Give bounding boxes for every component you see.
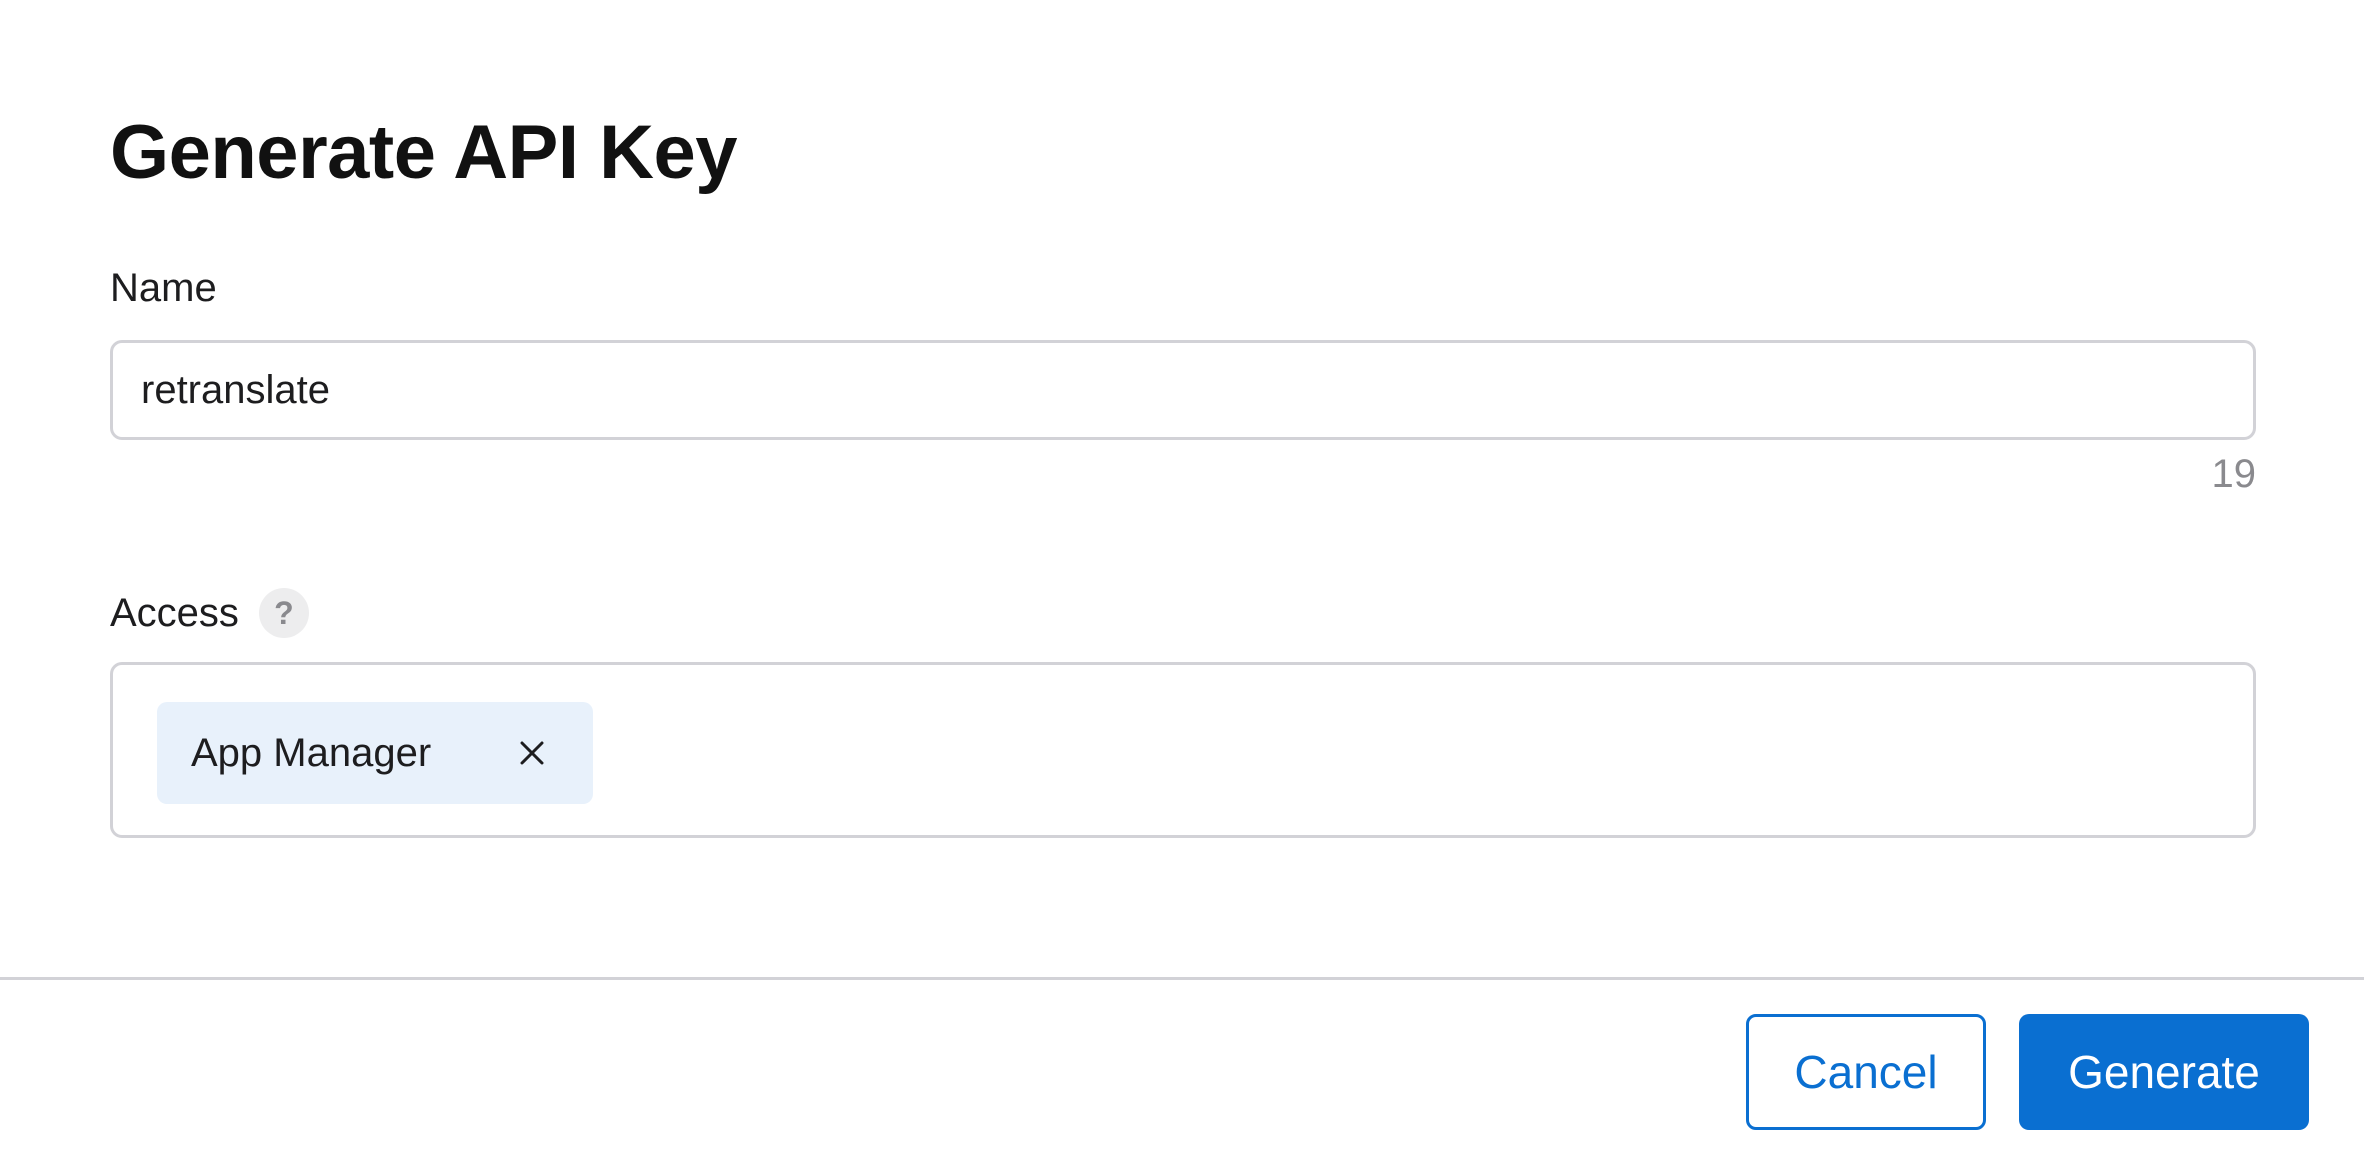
character-count: 19 (2211, 452, 2257, 496)
access-field-label-row: Access ? (110, 588, 309, 638)
generate-api-key-dialog: Generate API Key Name 19 Access ? App Ma… (0, 0, 2364, 1156)
dialog-title: Generate API Key (110, 110, 738, 195)
access-field-label: Access (110, 591, 239, 635)
access-role-selector[interactable]: App Manager (110, 662, 2256, 838)
generate-button[interactable]: Generate (2019, 1014, 2309, 1130)
close-icon[interactable] (517, 738, 547, 768)
cancel-button[interactable]: Cancel (1746, 1014, 1986, 1130)
question-mark-icon[interactable]: ? (258, 588, 309, 638)
name-input[interactable] (110, 340, 2256, 440)
footer-divider (0, 977, 2364, 980)
role-chip-label: App Manager (191, 730, 432, 775)
role-chip-app-manager: App Manager (157, 702, 593, 804)
name-field-label: Name (110, 266, 217, 310)
